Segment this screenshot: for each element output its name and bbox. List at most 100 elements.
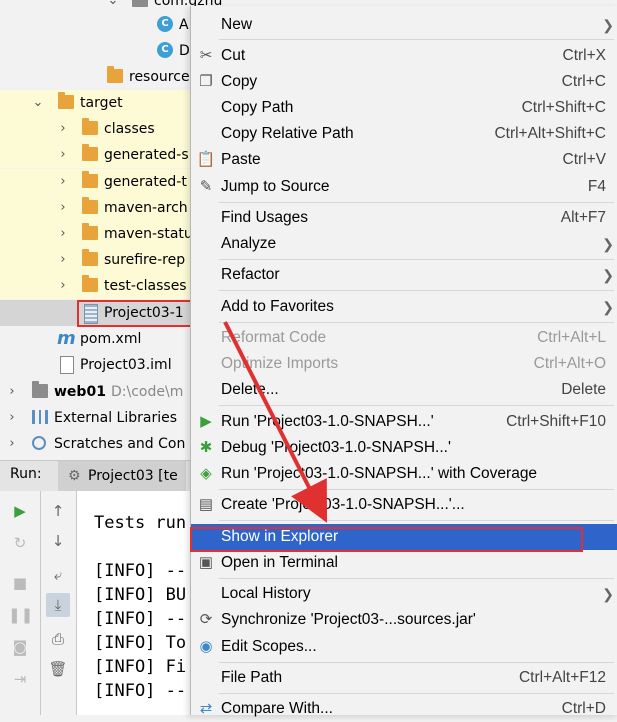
menu-item-label: Open in Terminal [221, 554, 338, 571]
menu-item-copy[interactable]: ❐ Copy Ctrl+C [191, 69, 617, 95]
menu-separator [219, 578, 614, 579]
menu-item-label: Run 'Project03-1.0-SNAPSH...' [221, 413, 434, 430]
run-tab-label: Project03 [te [88, 468, 178, 484]
tree-label: generated-t [104, 174, 187, 190]
menu-item-new[interactable]: New ❯ [191, 12, 617, 38]
resources-folder-icon [107, 66, 123, 83]
menu-item-label: New [221, 16, 253, 33]
chevron-right-icon[interactable]: › [57, 221, 69, 247]
tree-label: Project03.iml [80, 357, 172, 373]
chevron-right-icon[interactable]: › [57, 195, 69, 221]
chevron-right-icon[interactable]: › [6, 379, 18, 405]
arrow-up-icon[interactable]: ↑ [46, 499, 70, 523]
console-line: [INFO] -- [94, 609, 187, 629]
tree-label: classes [104, 121, 155, 137]
pencil-icon: ✎ [199, 178, 213, 195]
menu-item-add-to-favorites[interactable]: Add to Favorites ❯ [191, 294, 617, 320]
tree-row-surefire-reports[interactable]: › surefire-rep [0, 247, 190, 273]
menu-item-label: Compare With... [221, 700, 333, 717]
tree-row-package[interactable]: ⌄ com.gzhu [0, 0, 222, 14]
chevron-right-icon[interactable]: › [57, 169, 69, 195]
menu-item-open-in-terminal[interactable]: ▣ Open in Terminal [191, 550, 617, 576]
chevron-down-icon[interactable]: ⌄ [107, 0, 119, 14]
stop-icon[interactable]: ■ [8, 571, 32, 595]
menu-item-edit-scopes[interactable]: ◉ Edit Scopes... [191, 634, 617, 660]
chevron-right-icon[interactable]: › [6, 431, 18, 457]
chevron-right-icon[interactable]: › [57, 116, 69, 142]
menu-item-label: Find Usages [221, 209, 309, 226]
print-icon[interactable]: ⎙ [46, 627, 70, 651]
soft-wrap-icon[interactable]: ⤶ [46, 563, 70, 587]
menu-item-run-with-coverage[interactable]: ◈ Run 'Project03-1.0-SNAPSH...' with Cov… [191, 461, 617, 487]
tree-label: External Libraries [54, 410, 177, 426]
chevron-right-icon[interactable]: › [57, 142, 69, 168]
menu-item-compare-with[interactable]: ⇄ Compare With... Ctrl+D [191, 696, 617, 722]
tree-row-maven-status[interactable]: › maven-statu [0, 221, 193, 247]
rerun-icon[interactable]: ▶ [8, 499, 32, 523]
menu-item-shortcut: Delete [561, 381, 606, 398]
chevron-right-icon[interactable]: › [57, 247, 69, 273]
trash-icon[interactable]: 🗑 [46, 657, 70, 681]
menu-item-shortcut: F4 [587, 178, 606, 195]
tree-label: target [80, 95, 123, 111]
menu-item-label: Optimize Imports [221, 355, 339, 372]
folder-icon [82, 275, 98, 292]
menu-item-shortcut: Ctrl+D [561, 700, 606, 717]
menu-separator [219, 290, 614, 291]
tree-row-test-classes[interactable]: › test-classes [0, 273, 190, 299]
menu-item-local-history[interactable]: Local History ❯ [191, 581, 617, 607]
chevron-right-icon[interactable]: › [57, 273, 69, 299]
menu-item-label: Add to Favorites [221, 298, 334, 315]
camera-icon[interactable]: ◙ [8, 635, 32, 659]
menu-item-label: Run 'Project03-1.0-SNAPSH...' with Cover… [221, 465, 538, 482]
menu-item-label: Reformat Code [221, 329, 327, 346]
menu-item-refactor[interactable]: Refactor ❯ [191, 262, 617, 288]
menu-item-label: Paste [221, 151, 261, 168]
menu-item-paste[interactable]: 📋 Paste Ctrl+V [191, 147, 617, 173]
menu-item-shortcut: Ctrl+X [562, 47, 607, 64]
menu-item-analyze[interactable]: Analyze ❯ [191, 231, 617, 257]
menu-item-delete[interactable]: Delete... Delete [191, 377, 617, 403]
console-line: [INFO] -- [94, 681, 187, 701]
menu-item-debug[interactable]: ✱ Debug 'Project03-1.0-SNAPSH...' [191, 435, 617, 461]
menu-item-copy-relative-path[interactable]: Copy Relative Path Ctrl+Alt+Shift+C [191, 121, 617, 147]
run-tab[interactable]: ⚙ Project03 [te [58, 461, 186, 491]
scroll-to-end-icon[interactable]: ⤓ [46, 593, 70, 617]
menu-item-label: Copy Relative Path [221, 125, 354, 142]
tree-row-web01[interactable]: › web01 D:\code\m [0, 379, 190, 405]
folder-icon [82, 118, 98, 135]
chevron-down-icon[interactable]: ⌄ [32, 90, 44, 116]
console-line: [INFO] Fi [94, 657, 187, 677]
chevron-right-icon[interactable]: › [6, 405, 18, 431]
menu-item-reformat-code[interactable]: Reformat Code Ctrl+Alt+L [191, 325, 617, 351]
tree-row-classes[interactable]: › classes [0, 116, 190, 142]
folder-icon [82, 223, 98, 240]
tree-row-generated-sources[interactable]: › generated-s [0, 142, 190, 168]
arrow-down-icon[interactable]: ↓ [46, 529, 70, 553]
menu-item-cut[interactable]: ✂ Cut Ctrl+X [191, 43, 617, 69]
menu-item-copy-path[interactable]: Copy Path Ctrl+Shift+C [191, 95, 617, 121]
scissors-icon: ✂ [199, 47, 213, 64]
tree-row-generated-test[interactable]: › generated-t [0, 169, 190, 195]
menu-item-synchronize[interactable]: ⟳ Synchronize 'Project03-...sources.jar' [191, 607, 617, 633]
menu-item-label: Analyze [221, 235, 277, 252]
maven-icon: m [57, 328, 76, 349]
menu-item-shortcut: Ctrl+Alt+F12 [518, 669, 606, 686]
menu-item-find-usages[interactable]: Find Usages Alt+F7 [191, 205, 617, 231]
folder-icon [82, 197, 98, 214]
tree-row-target[interactable]: ⌄ target [0, 90, 190, 116]
menu-item-label: Debug 'Project03-1.0-SNAPSH...' [221, 439, 451, 456]
menu-item-shortcut: Ctrl+V [562, 151, 607, 168]
menu-separator [219, 489, 614, 490]
menu-item-create-config[interactable]: ▤ Create 'Project03-1.0-SNAPSH...'... [191, 492, 617, 518]
restore-layout-icon[interactable]: ⇥ [8, 667, 32, 691]
menu-item-file-path[interactable]: File Path Ctrl+Alt+F12 [191, 665, 617, 691]
menu-item-run[interactable]: ▶ Run 'Project03-1.0-SNAPSH...' Ctrl+Shi… [191, 409, 617, 435]
rerun-failed-icon[interactable]: ↻ [8, 531, 32, 555]
chevron-right-icon: ❯ [602, 17, 614, 33]
menu-item-jump-to-source[interactable]: ✎ Jump to Source F4 [191, 174, 617, 200]
pause-icon[interactable]: ❚❚ [8, 603, 33, 627]
menu-item-optimize-imports[interactable]: Optimize Imports Ctrl+Alt+O [191, 351, 617, 377]
annotation-highlight-show-in-explorer [190, 527, 583, 552]
tree-row-maven-archiver[interactable]: › maven-arch [0, 195, 190, 221]
